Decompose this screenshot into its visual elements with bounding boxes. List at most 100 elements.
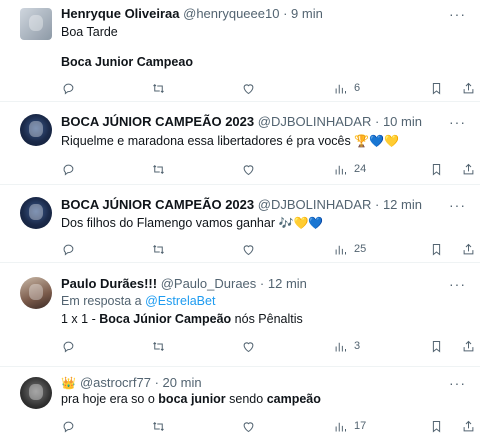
display-name[interactable]: Henryque Oliveiraa [61, 6, 180, 21]
reply-button[interactable] [61, 160, 76, 178]
view-count: 25 [354, 243, 367, 255]
tweet-text-part: pra hoje era so o [61, 392, 159, 406]
timestamp[interactable]: 9 min [291, 6, 323, 21]
display-name[interactable]: BOCA JÚNIOR CAMPEÃO 2023 [61, 197, 254, 212]
tweet-actions: 17 [61, 417, 474, 435]
tweet-boca-2[interactable]: BOCA JÚNIOR CAMPEÃO 2023 @DJBOLINHADAR ·… [0, 185, 480, 263]
reply-prefix: Em resposta a [61, 294, 142, 308]
retweet-button[interactable] [151, 79, 166, 97]
more-options-icon[interactable]: ··· [449, 7, 466, 21]
retweet-button[interactable] [151, 337, 166, 355]
tweet-text: Boa Tarde [61, 25, 118, 39]
like-button[interactable] [241, 337, 256, 355]
tweet-boca-1[interactable]: BOCA JÚNIOR CAMPEÃO 2023 @DJBOLINHADAR ·… [0, 102, 480, 185]
share-button[interactable] [461, 417, 476, 435]
view-count: 24 [354, 163, 367, 175]
tweet-text-part: 1 x 1 - [61, 312, 100, 326]
views-button[interactable]: 24 [333, 160, 366, 178]
more-options-icon[interactable]: ··· [449, 277, 466, 291]
views-icon [333, 419, 348, 434]
views-button[interactable]: 6 [333, 79, 360, 97]
timestamp[interactable]: 10 min [383, 114, 422, 129]
retweet-icon [151, 242, 166, 257]
reply-icon [61, 339, 76, 354]
reply-button[interactable] [61, 240, 76, 258]
separator: · [374, 197, 380, 212]
tweet-text-bold: boca junior [158, 392, 226, 406]
user-handle[interactable]: @henryqueee10 [183, 6, 279, 21]
share-button[interactable] [461, 337, 476, 355]
share-button[interactable] [461, 79, 476, 97]
bookmark-icon [429, 242, 444, 257]
tweet-header: Henryque Oliveiraa @henryqueee10 · 9 min [61, 6, 323, 22]
tweet-header: 👑 @astrocrf77 · 20 min [61, 375, 202, 391]
tweet-text-bold: campeão [266, 392, 321, 406]
share-button[interactable] [461, 160, 476, 178]
like-button[interactable] [241, 79, 256, 97]
reply-button[interactable] [61, 337, 76, 355]
bookmark-button[interactable] [429, 240, 444, 258]
user-handle[interactable]: @DJBOLINHADAR [258, 114, 372, 129]
view-count: 3 [354, 340, 361, 352]
timestamp[interactable]: 12 min [268, 276, 307, 291]
display-name[interactable]: BOCA JÚNIOR CAMPEÃO 2023 [61, 114, 254, 129]
avatar[interactable] [20, 277, 52, 309]
tweet-henryque[interactable]: Henryque Oliveiraa @henryqueee10 · 9 min… [0, 0, 480, 102]
avatar[interactable] [20, 377, 52, 409]
user-handle[interactable]: @astrocrf77 [80, 375, 151, 390]
like-icon [241, 242, 256, 257]
more-options-icon[interactable]: ··· [449, 198, 466, 212]
like-button[interactable] [241, 240, 256, 258]
tweet-astro[interactable]: 👑 @astrocrf77 · 20 min ··· pra hoje era s… [0, 367, 480, 439]
like-icon [241, 81, 256, 96]
user-handle[interactable]: @Paulo_Duraes [161, 276, 257, 291]
tweet-text: 1 x 1 - Boca Júnior Campeão nós Pênaltis [61, 311, 303, 327]
views-button[interactable]: 3 [333, 337, 360, 355]
avatar[interactable] [20, 114, 52, 146]
timestamp[interactable]: 20 min [163, 375, 202, 390]
tweet-text-content: Riquelme e maradona essa libertadores é … [61, 134, 351, 148]
share-icon [461, 81, 476, 96]
user-handle[interactable]: @DJBOLINHADAR [258, 197, 372, 212]
view-count: 6 [354, 82, 361, 94]
display-name[interactable]: Paulo Durães!!! [61, 276, 157, 291]
tweet-text-content: Dos filhos do Flamengo vamos ganhar [61, 216, 276, 230]
views-button[interactable]: 17 [333, 417, 366, 435]
timestamp[interactable]: 12 min [383, 197, 422, 212]
share-icon [461, 339, 476, 354]
bookmark-icon [429, 162, 444, 177]
tweet-emojis: 🏆💙💛 [354, 134, 400, 148]
avatar[interactable] [20, 8, 52, 40]
tweet-emojis: 🎶💛💙 [278, 216, 324, 230]
tweet-actions: 25 [61, 240, 474, 258]
crown-icon[interactable]: 👑 [61, 375, 76, 391]
separator: · [259, 276, 265, 291]
bookmark-icon [429, 339, 444, 354]
like-button[interactable] [241, 417, 256, 435]
views-icon [333, 162, 348, 177]
tweet-text-part: sendo [225, 392, 267, 406]
avatar[interactable] [20, 197, 52, 229]
more-options-icon[interactable]: ··· [449, 115, 466, 129]
retweet-icon [151, 419, 166, 434]
retweet-button[interactable] [151, 240, 166, 258]
tweet-text-part: nós Pênaltis [231, 312, 303, 326]
retweet-button[interactable] [151, 417, 166, 435]
bookmark-button[interactable] [429, 337, 444, 355]
reply-icon [61, 81, 76, 96]
bookmark-button[interactable] [429, 79, 444, 97]
share-button[interactable] [461, 240, 476, 258]
reply-mention-link[interactable]: @EstrelaBet [145, 294, 215, 308]
retweet-button[interactable] [151, 160, 166, 178]
bookmark-button[interactable] [429, 160, 444, 178]
reply-button[interactable] [61, 417, 76, 435]
tweet-text-bold: Boca Júnior Campeão [99, 312, 232, 326]
more-options-icon[interactable]: ··· [449, 376, 466, 390]
tweet-paulo[interactable]: Paulo Durães!!! @Paulo_Duraes · 12 min ·… [0, 263, 480, 367]
bookmark-button[interactable] [429, 417, 444, 435]
tweet-actions: 3 [61, 337, 474, 355]
like-button[interactable] [241, 160, 256, 178]
views-icon [333, 81, 348, 96]
views-button[interactable]: 25 [333, 240, 366, 258]
reply-button[interactable] [61, 79, 76, 97]
